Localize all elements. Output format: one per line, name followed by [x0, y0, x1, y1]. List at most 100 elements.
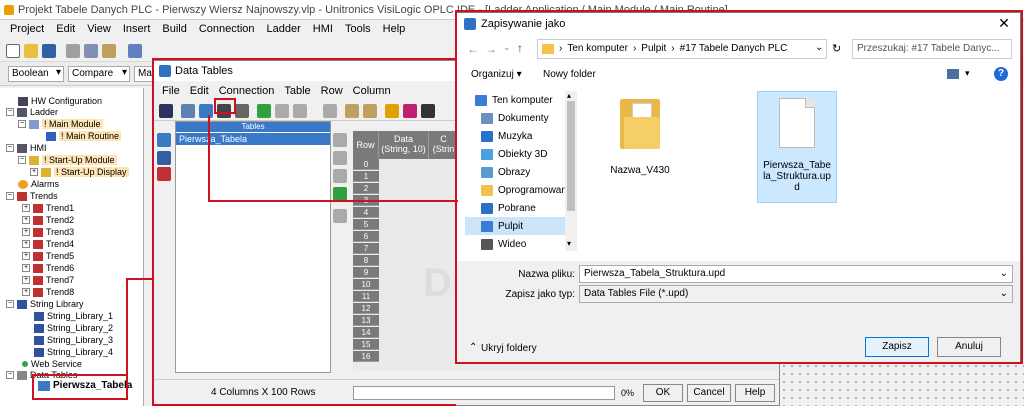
menu-edit[interactable]: Edit	[50, 20, 81, 40]
tree-label: ! Start-Up Display	[54, 167, 129, 177]
tree-label: String_Library_1	[47, 311, 114, 321]
tree-item-ladder[interactable]: − Ladder	[6, 107, 58, 117]
annotation-highlight-table	[32, 374, 128, 400]
menu-help[interactable]: Help	[377, 20, 412, 40]
collapse-icon[interactable]: −	[6, 371, 14, 379]
module-icon	[29, 155, 39, 165]
menu-build[interactable]: Build	[156, 20, 192, 40]
trend-icon	[33, 227, 43, 237]
tree-label: Trend7	[46, 275, 75, 285]
compare-dropdown[interactable]: Compare	[68, 66, 130, 82]
annotation-connector	[126, 278, 128, 376]
boolean-label: Boolean	[12, 68, 49, 79]
collapse-icon[interactable]: −	[6, 192, 14, 200]
tree-label: Trend5	[46, 251, 75, 261]
tree-label: String Library	[30, 299, 84, 309]
trend-icon	[33, 275, 43, 285]
cancel-button[interactable]: Cancel	[687, 384, 731, 402]
tree-item-string-library-3[interactable]: String_Library_3	[34, 335, 113, 345]
tree-label: Trend8	[46, 287, 75, 297]
string-icon	[34, 335, 44, 345]
collapse-icon[interactable]: −	[18, 156, 26, 164]
new-icon[interactable]	[6, 44, 20, 58]
tree-item-hw-configuration[interactable]: HW Configuration	[18, 96, 102, 106]
expand-icon[interactable]: +	[22, 288, 30, 296]
tree-label: HW Configuration	[31, 96, 103, 106]
string-icon	[34, 323, 44, 333]
ok-button[interactable]: OK	[643, 384, 683, 402]
save-icon[interactable]	[42, 44, 56, 58]
tree-label: Trends	[30, 191, 58, 201]
tree-label: Alarms	[31, 179, 60, 189]
menu-ladder[interactable]: Ladder	[261, 20, 307, 40]
compare-label: Compare	[72, 68, 114, 79]
tree-label: Web Service	[31, 359, 82, 369]
trend-icon	[33, 263, 43, 273]
menu-connection[interactable]: Connection	[193, 20, 261, 40]
tree-item-main-module[interactable]: − ! Main Module	[18, 119, 103, 129]
menu-view[interactable]: View	[81, 20, 117, 40]
routine-icon	[46, 131, 56, 141]
tree-item-trend6[interactable]: + Trend6	[22, 263, 74, 273]
expand-icon[interactable]: +	[22, 276, 30, 284]
collapse-icon[interactable]: −	[6, 108, 14, 116]
tree-item-trend1[interactable]: + Trend1	[22, 203, 74, 213]
tree-item-string-library[interactable]: − String Library	[6, 299, 84, 309]
open-icon[interactable]	[24, 44, 38, 58]
collapse-icon[interactable]: −	[6, 144, 14, 152]
tree-item-trends[interactable]: − Trends	[6, 191, 58, 201]
expand-icon[interactable]: +	[30, 168, 38, 176]
trend-icon	[17, 191, 27, 201]
menu-tools[interactable]: Tools	[339, 20, 377, 40]
string-icon	[34, 311, 44, 321]
menu-hmi[interactable]: HMI	[307, 20, 339, 40]
menu-insert[interactable]: Insert	[117, 20, 157, 40]
collapse-icon[interactable]: −	[18, 120, 26, 128]
expand-icon[interactable]: +	[22, 228, 30, 236]
copy-icon[interactable]	[84, 44, 98, 58]
tree-label: String_Library_2	[47, 323, 114, 333]
string-icon	[34, 347, 44, 357]
tree-item-trend4[interactable]: + Trend4	[22, 239, 74, 249]
tree-item-trend5[interactable]: + Trend5	[22, 251, 74, 261]
tree-item-trend3[interactable]: + Trend3	[22, 227, 74, 237]
collapse-icon[interactable]: −	[6, 300, 14, 308]
tree-label: String_Library_4	[47, 347, 114, 357]
tree-item-trend7[interactable]: + Trend7	[22, 275, 74, 285]
tree-item-hmi[interactable]: − HMI	[6, 143, 47, 153]
tree-label: Trend3	[46, 227, 75, 237]
expand-icon[interactable]: +	[22, 216, 30, 224]
menu-project[interactable]: Project	[4, 20, 50, 40]
tree-item-start-up-module[interactable]: − ! Start-Up Module	[18, 155, 117, 165]
display-icon	[41, 167, 51, 177]
paste-icon[interactable]	[102, 44, 116, 58]
ladder-icon	[17, 107, 27, 117]
tree-item-alarms[interactable]: Alarms	[18, 179, 59, 189]
tree-item-string-library-2[interactable]: String_Library_2	[34, 323, 113, 333]
hw-icon	[18, 96, 28, 106]
expand-icon[interactable]: +	[22, 252, 30, 260]
annotation-highlight-dialog	[455, 10, 1023, 364]
tree-item-string-library-1[interactable]: String_Library_1	[34, 311, 113, 321]
tree-item-web-service[interactable]: Web Service	[22, 359, 82, 369]
boolean-dropdown[interactable]: Boolean	[8, 66, 64, 82]
tree-label: String_Library_3	[47, 335, 114, 345]
tree-item-main-routine[interactable]: ! Main Routine	[46, 131, 122, 141]
data-tables-icon	[17, 370, 27, 380]
tree-item-trend2[interactable]: + Trend2	[22, 215, 74, 225]
expand-icon[interactable]: +	[22, 204, 30, 212]
expand-icon[interactable]: +	[22, 264, 30, 272]
trend-icon	[33, 215, 43, 225]
tree-label: Ladder	[30, 107, 59, 117]
tree-item-start-up-display[interactable]: + ! Start-Up Display	[30, 167, 129, 177]
tree-item-trend8[interactable]: + Trend8	[22, 287, 74, 297]
string-library-icon	[17, 299, 27, 309]
expand-icon[interactable]: +	[22, 240, 30, 248]
trend-icon	[33, 203, 43, 213]
undo-icon[interactable]	[128, 44, 142, 58]
help-button[interactable]: Help	[735, 384, 775, 402]
tree-label: Trend1	[46, 203, 75, 213]
tree-item-string-library-4[interactable]: String_Library_4	[34, 347, 113, 357]
trend-icon	[33, 287, 43, 297]
cut-icon[interactable]	[66, 44, 80, 58]
